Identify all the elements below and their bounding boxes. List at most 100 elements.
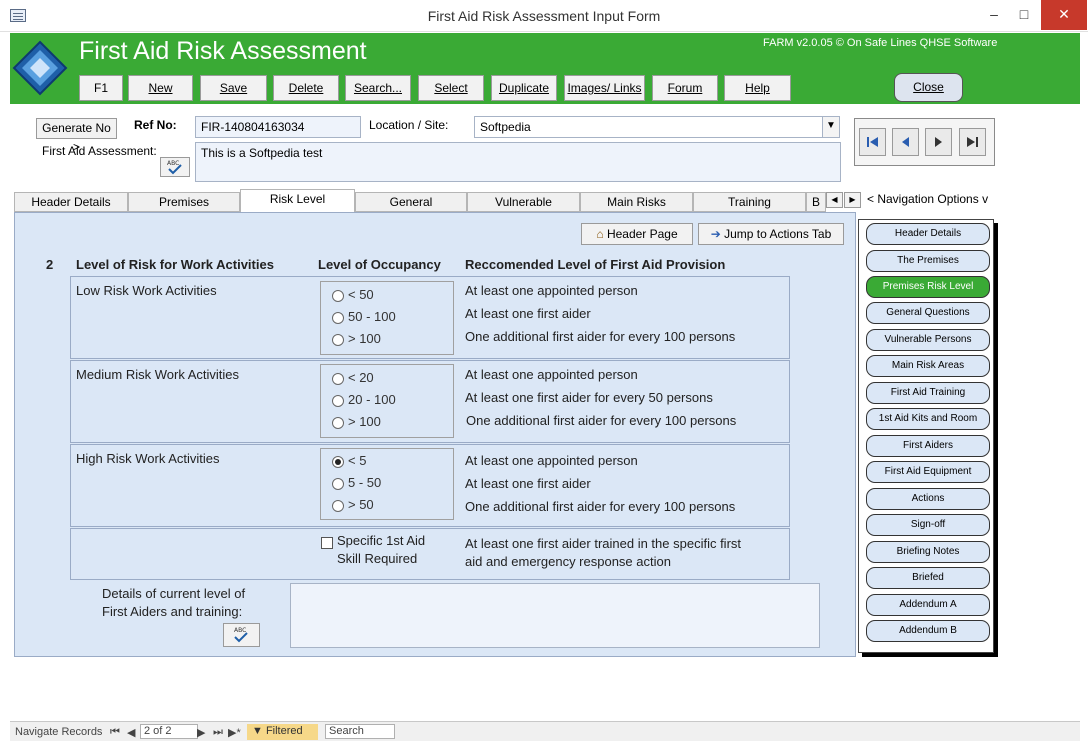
low-radio-1[interactable] <box>332 290 344 302</box>
medium-provision-1: At least one appointed person <box>465 367 638 382</box>
duplicate-button[interactable]: Duplicate <box>491 75 557 101</box>
jump-to-actions-button[interactable]: ➔ Jump to Actions Tab <box>698 223 844 245</box>
header-page-label: Header Page <box>606 227 678 241</box>
nav-first-aid-kits[interactable]: 1st Aid Kits and Room <box>866 408 990 430</box>
tab-scroll-left-icon[interactable]: ◀ <box>826 192 843 208</box>
medium-radio-3[interactable] <box>332 417 344 429</box>
nav-actions[interactable]: Actions <box>866 488 990 510</box>
high-radio-3[interactable] <box>332 500 344 512</box>
minimize-button[interactable]: – <box>980 0 1008 30</box>
high-option-2: 5 - 50 <box>348 475 382 490</box>
low-provision-2: At least one first aider <box>465 306 591 321</box>
select-button-label: Select <box>434 81 468 95</box>
close-form-button[interactable]: Close <box>894 73 963 102</box>
high-radio-1[interactable] <box>332 456 344 468</box>
tab-premises[interactable]: Premises <box>128 192 240 212</box>
forum-button-label: Forum <box>667 81 703 95</box>
previous-record-button[interactable] <box>892 128 919 156</box>
nav-header-details[interactable]: Header Details <box>866 223 990 245</box>
f1-button[interactable]: F1 <box>79 75 123 101</box>
tab-main-risks[interactable]: Main Risks <box>580 192 693 212</box>
tab-risk-level[interactable]: Risk Level <box>240 189 355 213</box>
medium-option-1: < 20 <box>348 370 374 385</box>
nav-briefed[interactable]: Briefed <box>866 567 990 589</box>
tab-header-details[interactable]: Header Details <box>14 192 128 212</box>
record-navigation-bar: Navigate Records ⏮ ◀ 2 of 2 ▶ ⏭ ▶* ▼ Fil… <box>10 721 1080 741</box>
forum-button[interactable]: Forum <box>652 75 718 101</box>
location-select[interactable]: Softpedia ▼ <box>474 116 840 138</box>
nav-premises-risk-level[interactable]: Premises Risk Level <box>866 276 990 298</box>
nav-addendum-b[interactable]: Addendum B <box>866 620 990 642</box>
details-spellcheck-button[interactable]: ABC <box>223 623 260 647</box>
navigate-records-label: Navigate Records <box>15 726 103 738</box>
nav-sign-off[interactable]: Sign-off <box>866 514 990 536</box>
next-record-nav-icon[interactable]: ▶ <box>197 726 205 739</box>
nav-first-aid-training[interactable]: First Aid Training <box>866 382 990 404</box>
arrow-right-icon: ➔ <box>710 227 721 241</box>
medium-radio-1[interactable] <box>332 373 344 385</box>
specific-skill-label-2: Skill Required <box>337 551 418 566</box>
high-option-3: > 50 <box>348 497 374 512</box>
last-record-button[interactable] <box>959 128 986 156</box>
nav-briefing-notes[interactable]: Briefing Notes <box>866 541 990 563</box>
first-record-nav-icon[interactable]: ⏮ <box>110 726 120 739</box>
record-position-field[interactable]: 2 of 2 <box>140 724 198 739</box>
low-provision-1: At least one appointed person <box>465 283 638 298</box>
nav-addendum-a[interactable]: Addendum A <box>866 594 990 616</box>
nav-general-questions[interactable]: General Questions <box>866 302 990 324</box>
medium-option-3: > 100 <box>348 414 381 429</box>
nav-main-risk-areas[interactable]: Main Risk Areas <box>866 355 990 377</box>
chevron-down-icon[interactable]: ▼ <box>822 117 839 137</box>
new-record-nav-icon[interactable]: ▶* <box>228 726 241 739</box>
save-button[interactable]: Save <box>200 75 267 101</box>
high-option-1: < 5 <box>348 453 367 468</box>
details-textarea[interactable] <box>290 583 820 648</box>
medium-radio-2[interactable] <box>332 395 344 407</box>
specific-skill-checkbox[interactable] <box>321 537 333 549</box>
nav-first-aid-equipment[interactable]: First Aid Equipment <box>866 461 990 483</box>
maximize-button[interactable]: □ <box>1010 0 1038 30</box>
generate-no-button[interactable]: Generate No > <box>36 118 117 154</box>
filtered-label: Filtered <box>265 725 303 737</box>
navigation-options-label[interactable]: < Navigation Options v <box>867 192 988 206</box>
search-records-input[interactable]: Search <box>325 724 395 739</box>
window-close-button[interactable]: ✕ <box>1041 0 1087 30</box>
previous-record-nav-icon[interactable]: ◀ <box>127 726 135 739</box>
high-radio-2[interactable] <box>332 478 344 490</box>
ref-no-field[interactable]: FIR-140804163034 <box>195 116 361 138</box>
filter-toggle[interactable]: ▼ Filtered <box>247 724 318 740</box>
help-button[interactable]: Help <box>724 75 791 101</box>
tab-general[interactable]: General <box>355 192 467 212</box>
low-radio-3[interactable] <box>332 334 344 346</box>
tab-scroll-right-icon[interactable]: ▶ <box>844 192 861 208</box>
app-logo-icon <box>12 40 68 96</box>
app-title: First Aid Risk Assessment <box>79 37 367 65</box>
close-form-label: Close <box>913 80 944 94</box>
nav-first-aiders[interactable]: First Aiders <box>866 435 990 457</box>
spellcheck-button[interactable]: ABC <box>160 157 190 177</box>
home-icon: ⌂ <box>596 227 604 241</box>
location-value: Softpedia <box>480 120 531 134</box>
delete-button[interactable]: Delete <box>273 75 339 101</box>
low-radio-2[interactable] <box>332 312 344 324</box>
last-record-nav-icon[interactable]: ⏭ <box>213 726 223 739</box>
nav-the-premises[interactable]: The Premises <box>866 250 990 272</box>
new-button[interactable]: New <box>128 75 193 101</box>
medium-provision-2: At least one first aider for every 50 pe… <box>465 390 713 405</box>
high-provision-2: At least one first aider <box>465 476 591 491</box>
details-label-1: Details of current level of <box>102 586 246 601</box>
search-button[interactable]: Search... <box>345 75 411 101</box>
help-button-label: Help <box>745 81 770 95</box>
tab-b[interactable]: B <box>806 192 826 212</box>
tab-training[interactable]: Training <box>693 192 806 212</box>
next-record-button[interactable] <box>925 128 952 156</box>
images-links-button[interactable]: Images/ Links <box>564 75 645 101</box>
specific-skill-text-1: At least one first aider trained in the … <box>465 536 742 551</box>
nav-vulnerable-persons[interactable]: Vulnerable Persons <box>866 329 990 351</box>
select-button[interactable]: Select <box>418 75 484 101</box>
assessment-field[interactable]: This is a Softpedia test <box>195 142 841 182</box>
tab-vulnerable[interactable]: Vulnerable <box>467 192 580 212</box>
first-record-button[interactable] <box>859 128 886 156</box>
window-title: First Aid Risk Assessment Input Form <box>427 8 661 24</box>
header-page-button[interactable]: ⌂ Header Page <box>581 223 693 245</box>
